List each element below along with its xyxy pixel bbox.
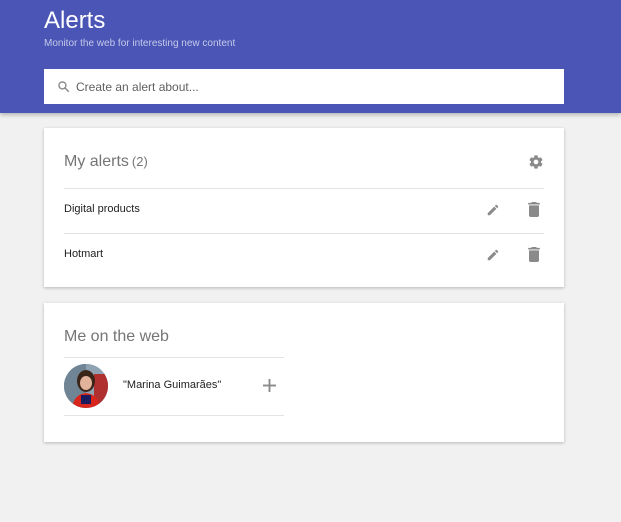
pencil-icon[interactable] (486, 248, 500, 262)
person-row[interactable]: "Marina Guimarães" (64, 358, 284, 416)
search-bar[interactable] (44, 69, 564, 104)
my-alerts-heading: My alerts (2) (64, 153, 148, 171)
page-title: Alerts (44, 7, 106, 34)
alert-row-digital-products[interactable]: Digital products (64, 189, 544, 233)
my-alerts-title: My alerts (64, 153, 129, 170)
search-input[interactable] (76, 79, 546, 94)
person-name: "Marina Guimarães" (123, 379, 222, 391)
pencil-icon[interactable] (486, 203, 500, 217)
trash-icon[interactable] (528, 202, 540, 217)
alert-row-hotmart[interactable]: Hotmart (64, 234, 544, 278)
trash-icon[interactable] (528, 247, 540, 262)
search-icon (58, 81, 70, 93)
alert-label: Digital products (64, 203, 140, 215)
alerts-count: (2) (131, 154, 148, 169)
alert-label: Hotmart (64, 248, 104, 260)
divider (64, 415, 284, 416)
page-subtitle: Monitor the web for interesting new cont… (44, 38, 236, 49)
gear-icon[interactable] (528, 154, 544, 170)
my-alerts-card: My alerts (2) Digital products Hotmart (44, 128, 564, 287)
me-on-web-title: Me on the web (64, 328, 169, 345)
plus-icon[interactable] (263, 379, 276, 392)
me-on-web-card: Me on the web "Marina Guimarães" (44, 303, 564, 442)
avatar (64, 364, 108, 408)
